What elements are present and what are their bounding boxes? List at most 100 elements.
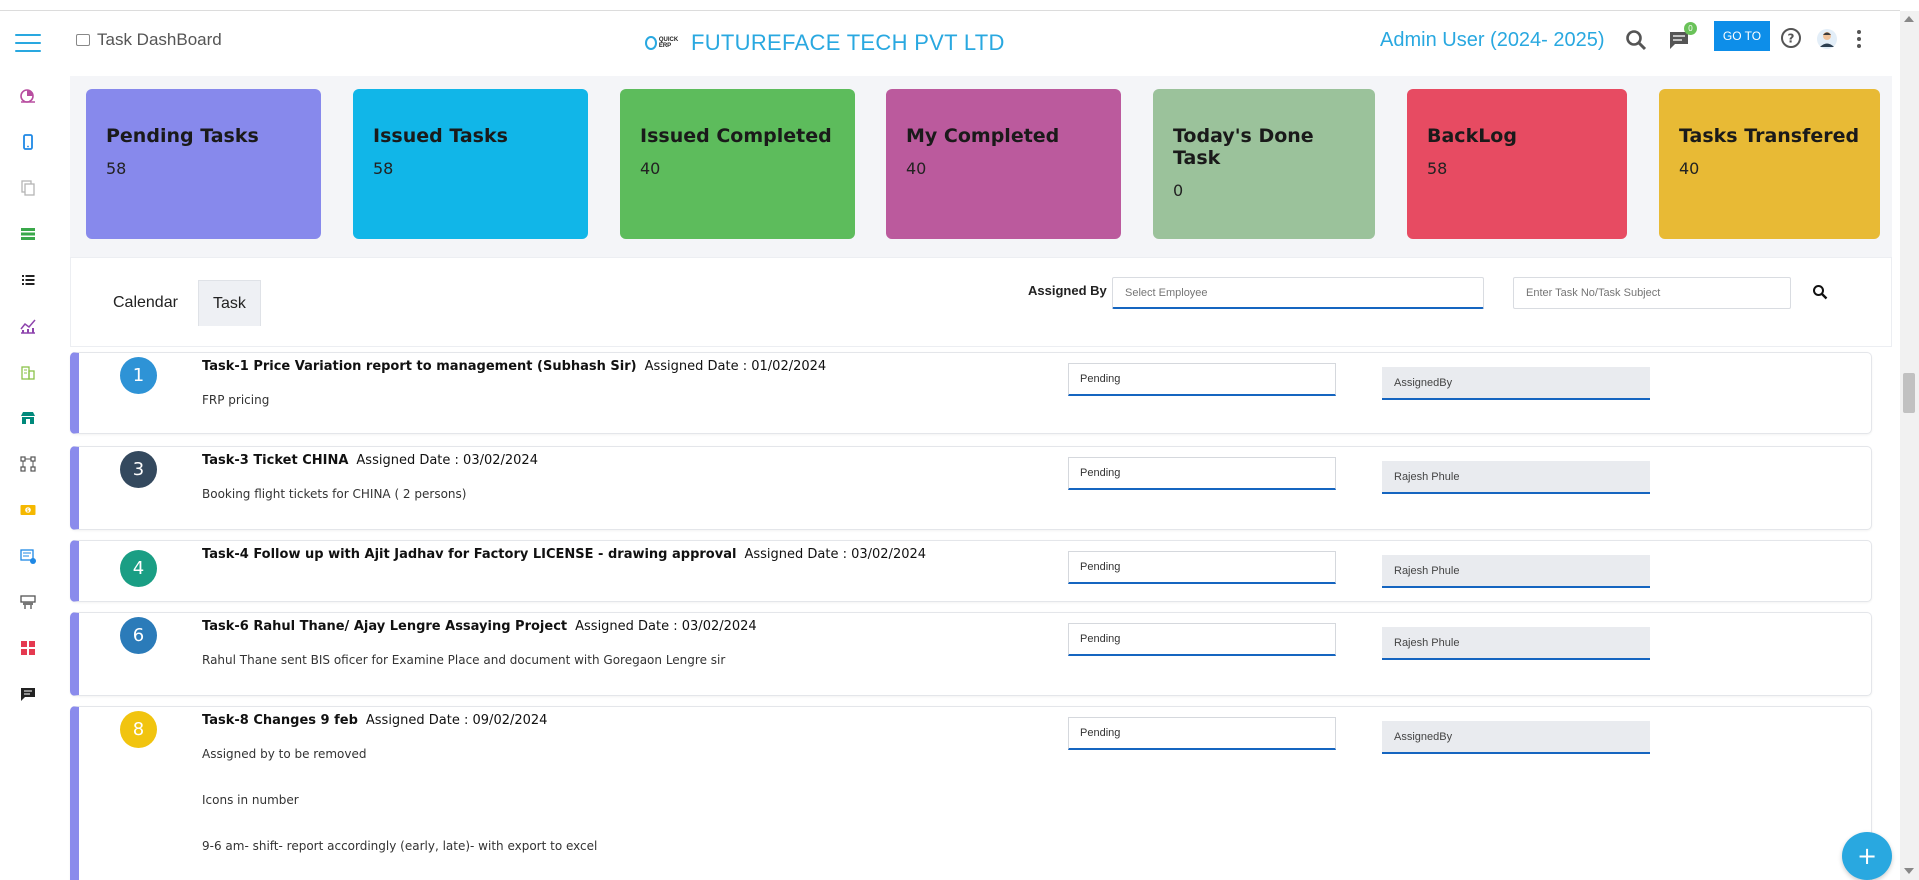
task-assigned-date: Assigned Date : 03/02/2024	[356, 453, 538, 468]
chat-icon[interactable]	[19, 685, 37, 703]
task-search-input[interactable]	[1513, 277, 1791, 309]
scroll-up-icon[interactable]	[1904, 16, 1914, 22]
svg-text:?: ?	[1788, 32, 1795, 46]
tab-calendar[interactable]: Calendar	[99, 280, 192, 326]
billing-icon[interactable]	[19, 547, 37, 565]
task-heading: Task-1 Price Variation report to managem…	[202, 359, 826, 374]
card-title: Pending Tasks	[106, 125, 259, 147]
documents-icon[interactable]	[19, 179, 37, 197]
task-title[interactable]: Task-8 Changes 9 feb	[202, 713, 358, 728]
summary-card[interactable]: Pending Tasks 58	[86, 89, 321, 239]
list-icon[interactable]	[19, 271, 37, 289]
task-title[interactable]: Task-1 Price Variation report to managem…	[202, 359, 637, 374]
avatar[interactable]	[1816, 28, 1838, 54]
card-title: Today's Done Task	[1173, 125, 1314, 169]
vertical-scrollbar[interactable]	[1900, 11, 1919, 880]
more-options-icon[interactable]	[1855, 29, 1863, 53]
store-icon[interactable]	[19, 409, 37, 427]
task-description: Icons in number	[202, 793, 299, 807]
page-title: Task DashBoard	[76, 30, 222, 50]
card-title: Tasks Transfered	[1679, 125, 1860, 147]
assigned-by-field: AssignedBy	[1382, 721, 1650, 754]
pie-chart-icon[interactable]	[19, 86, 37, 104]
task-title[interactable]: Task-6 Rahul Thane/ Ajay Lengre Assaying…	[202, 619, 567, 634]
task-row[interactable]: 1 Task-1 Price Variation report to manage…	[70, 352, 1872, 434]
task-row[interactable]: 3 Task-3 Ticket CHINA Assigned Date : 03/0…	[70, 446, 1872, 530]
card-title: BackLog	[1427, 125, 1517, 147]
notification-badge: 0	[1684, 22, 1697, 35]
card-count: 58	[1427, 159, 1448, 178]
employee-select[interactable]	[1112, 277, 1484, 309]
quick-erp-logo-icon: QUICK ERP	[645, 33, 685, 53]
summary-card[interactable]: BackLog 58	[1407, 89, 1627, 239]
task-number-badge: 3	[120, 451, 157, 488]
help-icon[interactable]: ?	[1780, 27, 1802, 53]
task-assigned-date: Assigned Date : 03/02/2024	[744, 547, 927, 562]
status-select[interactable]: Pending	[1068, 551, 1336, 584]
search-button-icon[interactable]	[1812, 284, 1832, 304]
task-description: Rahul Thane sent BIS oficer for Examine …	[202, 653, 726, 667]
company-name: FUTUREFACE TECH PVT LTD	[691, 30, 1005, 55]
task-row[interactable]: 8 Task-8 Changes 9 feb Assigned Date : 09/…	[70, 706, 1872, 880]
status-select[interactable]: Pending	[1068, 717, 1336, 750]
search-icon[interactable]	[1625, 29, 1647, 55]
task-row[interactable]: 6 Task-6 Rahul Thane/ Ajay Lengre Assayin…	[70, 612, 1872, 696]
card-title: Issued Completed	[640, 125, 832, 147]
page: $ Task DashBoard QUICK ERP FUTUREFACE TE…	[0, 0, 1919, 880]
hamburger-menu-icon[interactable]	[15, 34, 41, 54]
sidebar: $	[0, 11, 58, 880]
summary-card[interactable]: Issued Completed 40	[620, 89, 855, 239]
task-title[interactable]: Task-4 Follow up with Ajit Jadhav for Fa…	[202, 547, 736, 562]
task-assigned-date: Assigned Date : 09/02/2024	[365, 713, 548, 728]
scroll-down-icon[interactable]	[1904, 868, 1914, 874]
task-description: Booking flight tickets for CHINA ( 2 per…	[202, 487, 467, 501]
status-select[interactable]: Pending	[1068, 623, 1336, 656]
task-assigned-date: Assigned Date : 01/02/2024	[644, 359, 827, 374]
card-count: 40	[640, 159, 661, 178]
task-number-badge: 8	[120, 711, 157, 748]
task-heading: Task-4 Follow up with Ajit Jadhav for Fa…	[202, 547, 926, 562]
assigned-by-field: AssignedBy	[1382, 367, 1650, 400]
status-select[interactable]: Pending	[1068, 363, 1336, 396]
assigned-by-field: Rajesh Phule	[1382, 555, 1650, 588]
task-description: Assigned by to be removed	[202, 747, 367, 761]
card-count: 40	[1679, 159, 1700, 178]
task-title[interactable]: Task-3 Ticket CHINA	[202, 453, 348, 468]
task-number-badge: 6	[120, 617, 157, 654]
summary-card[interactable]: Tasks Transfered 40	[1659, 89, 1880, 239]
task-heading: Task-8 Changes 9 feb Assigned Date : 09/0…	[202, 713, 547, 728]
add-task-button[interactable]: +	[1842, 832, 1892, 880]
summary-card[interactable]: Issued Tasks 58	[353, 89, 588, 239]
apps-icon[interactable]	[19, 639, 37, 657]
task-row[interactable]: 4 Task-4 Follow up with Ajit Jadhav for F…	[70, 540, 1872, 602]
analytics-icon[interactable]	[19, 317, 37, 335]
task-heading: Task-3 Ticket CHINA Assigned Date : 03/02…	[202, 453, 538, 468]
scroll-thumb[interactable]	[1903, 373, 1915, 413]
page-title-text: Task DashBoard	[97, 30, 222, 49]
task-heading: Task-6 Rahul Thane/ Ajay Lengre Assaying…	[202, 619, 757, 634]
summary-card[interactable]: My Completed 40	[886, 89, 1121, 239]
assigned-by-field: Rajesh Phule	[1382, 627, 1650, 660]
tab-task[interactable]: Task	[198, 280, 261, 326]
network-icon[interactable]	[19, 455, 37, 473]
svg-text:$: $	[26, 508, 29, 514]
summary-card[interactable]: Today's Done Task 0	[1153, 89, 1375, 239]
mobile-icon[interactable]	[19, 133, 37, 151]
assigned-by-field: Rajesh Phule	[1382, 461, 1650, 494]
company-brand: QUICK ERP FUTUREFACE TECH PVT LTD	[645, 30, 1005, 56]
admin-user-label[interactable]: Admin User (2024- 2025)	[1380, 29, 1605, 52]
machine-icon[interactable]	[19, 593, 37, 611]
messages-icon[interactable]: 0	[1669, 22, 1697, 54]
task-number-badge: 4	[120, 550, 157, 587]
card-count: 40	[906, 159, 927, 178]
ledger-icon[interactable]	[19, 225, 37, 243]
status-select[interactable]: Pending	[1068, 457, 1336, 490]
card-title: Issued Tasks	[373, 125, 508, 147]
card-count: 58	[106, 159, 127, 178]
goto-button[interactable]: GO TO	[1714, 21, 1770, 51]
building-icon[interactable]	[19, 363, 37, 381]
task-description: FRP pricing	[202, 393, 270, 407]
top-border	[0, 10, 1900, 11]
cash-icon[interactable]: $	[19, 501, 37, 519]
card-count: 58	[373, 159, 394, 178]
